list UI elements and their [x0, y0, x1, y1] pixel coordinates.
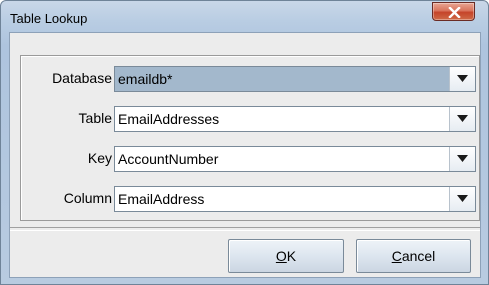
table-row: Table EmailAddresses — [21, 106, 481, 132]
column-combobox[interactable]: EmailAddress — [114, 186, 476, 212]
chevron-down-icon — [457, 195, 468, 202]
column-label: Column — [63, 190, 112, 206]
column-dropdown-button[interactable] — [449, 187, 475, 211]
close-x-icon — [448, 7, 461, 18]
key-value[interactable]: AccountNumber — [115, 147, 450, 171]
chevron-down-icon — [457, 155, 468, 162]
table-label: Table — [78, 110, 112, 126]
title-bar[interactable]: Table Lookup — [1, 1, 488, 33]
database-row: Database emaildb* — [21, 66, 481, 92]
column-row: Column EmailAddress — [21, 186, 481, 212]
column-value[interactable]: EmailAddress — [115, 187, 450, 211]
table-lookup-dialog: Table Lookup Database emaildb* Table Ema… — [0, 0, 489, 285]
key-combobox[interactable]: AccountNumber — [114, 146, 476, 172]
close-button[interactable] — [432, 2, 475, 21]
window-title: Table Lookup — [10, 11, 88, 26]
ok-button[interactable]: OK — [228, 239, 344, 273]
key-row: Key AccountNumber — [21, 146, 481, 172]
table-dropdown-button[interactable] — [449, 107, 475, 131]
table-combobox[interactable]: EmailAddresses — [114, 106, 476, 132]
cancel-label: ancel — [401, 248, 436, 264]
chevron-down-icon — [457, 75, 468, 82]
ok-mnemonic: O — [275, 248, 287, 264]
key-dropdown-button[interactable] — [449, 147, 475, 171]
chevron-down-icon — [457, 115, 468, 122]
database-combobox[interactable]: emaildb* — [114, 66, 476, 92]
database-dropdown-button[interactable] — [449, 67, 475, 91]
database-value[interactable]: emaildb* — [115, 67, 450, 91]
cancel-button[interactable]: Cancel — [356, 239, 471, 273]
separator — [10, 227, 480, 231]
fields-panel: Database emaildb* Table EmailAddresses K… — [20, 55, 480, 221]
database-label: Database — [52, 70, 112, 86]
ok-label: K — [286, 248, 297, 264]
key-label: Key — [87, 150, 112, 166]
cancel-mnemonic: C — [391, 248, 402, 264]
dialog-content: Database emaildb* Table EmailAddresses K… — [9, 32, 481, 278]
table-value[interactable]: EmailAddresses — [115, 107, 450, 131]
